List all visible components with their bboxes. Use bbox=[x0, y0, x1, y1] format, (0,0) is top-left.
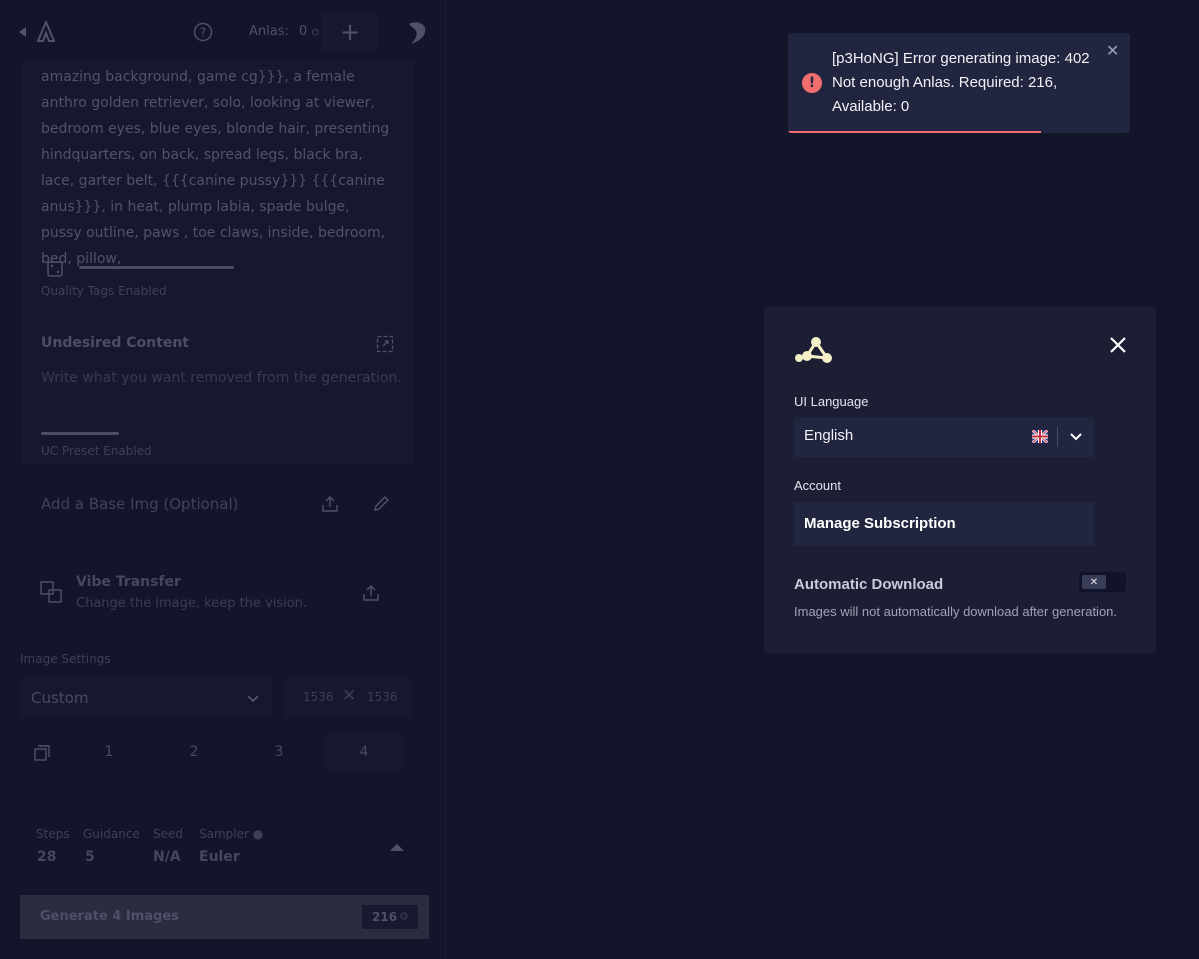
collapse-up-icon[interactable] bbox=[386, 836, 408, 858]
count-2-button[interactable]: 2 bbox=[155, 732, 233, 772]
count-3-button[interactable]: 3 bbox=[240, 732, 318, 772]
manage-subscription-label: Manage Subscription bbox=[804, 515, 956, 532]
sampler-label: Sampler ● bbox=[199, 827, 264, 841]
novelai-logo bbox=[794, 336, 834, 364]
collapse-arrow-icon[interactable] bbox=[16, 24, 30, 40]
svg-text:?: ? bbox=[200, 26, 206, 40]
prompt-strength-slider[interactable] bbox=[79, 266, 234, 269]
steps-value[interactable]: 28 bbox=[37, 849, 56, 865]
vibe-upload-icon[interactable] bbox=[361, 583, 381, 603]
sidebar-divider bbox=[445, 0, 446, 959]
auto-download-description: Images will not automatically download a… bbox=[794, 604, 1118, 619]
upload-icon[interactable] bbox=[320, 494, 340, 514]
undesired-title: Undesired Content bbox=[41, 335, 189, 351]
size-preset-select[interactable]: Custom bbox=[20, 678, 272, 718]
chevron-down-icon bbox=[247, 695, 259, 703]
undesired-input[interactable]: Write what you want removed from the gen… bbox=[41, 370, 402, 386]
guidance-value[interactable]: 5 bbox=[85, 849, 95, 865]
error-toast: ! [p3HoNG] Error generating image: 402 N… bbox=[788, 33, 1130, 133]
quality-tags-label: Quality Tags Enabled bbox=[41, 284, 167, 298]
auto-download-title: Automatic Download bbox=[794, 576, 944, 593]
count-4-button[interactable]: 4 bbox=[325, 732, 403, 772]
vibe-transfer-icon bbox=[39, 580, 63, 604]
anlas-icon: ⌬ bbox=[311, 28, 320, 38]
generate-cost-badge: 216 ⌬ bbox=[362, 905, 418, 929]
vibe-title: Vibe Transfer bbox=[76, 574, 181, 590]
select-separator bbox=[1057, 427, 1058, 447]
sampler-value[interactable]: Euler bbox=[199, 849, 240, 865]
height-input[interactable]: 1536 bbox=[367, 690, 398, 704]
exclamation-icon: ! bbox=[802, 73, 822, 93]
anlas-display: Anlas: 0 ⌬ bbox=[249, 24, 319, 39]
ui-language-label: UI Language bbox=[794, 394, 869, 409]
help-icon[interactable]: ? bbox=[192, 21, 214, 43]
image-count-icon bbox=[32, 741, 54, 763]
toast-message: [p3HoNG] Error generating image: 402 Not… bbox=[832, 50, 1090, 115]
novelai-logo-icon bbox=[34, 20, 58, 44]
vibe-desc: Change the image, keep the vision. bbox=[76, 596, 308, 611]
sidebar: ? Anlas: 0 ⌬ + amazing background, game … bbox=[0, 0, 446, 959]
uc-preset-label: UC Preset Enabled bbox=[41, 444, 152, 458]
guidance-label: Guidance bbox=[83, 827, 140, 841]
prompt-text[interactable]: amazing background, game cg}}}, a female… bbox=[41, 64, 391, 272]
dice-icon[interactable] bbox=[46, 260, 64, 278]
width-input[interactable]: 1536 bbox=[303, 690, 334, 704]
size-preset-value: Custom bbox=[31, 689, 89, 707]
manage-subscription-button[interactable]: Manage Subscription bbox=[794, 502, 1094, 546]
user-avatar-icon[interactable] bbox=[404, 20, 430, 46]
seed-label: Seed bbox=[153, 827, 183, 841]
seed-value[interactable]: N/A bbox=[153, 849, 181, 865]
times-icon: ✕ bbox=[342, 686, 357, 706]
pencil-icon[interactable] bbox=[371, 494, 391, 514]
auto-download-toggle[interactable]: ✕ bbox=[1079, 572, 1126, 592]
uc-strength-slider[interactable] bbox=[41, 432, 119, 435]
generate-label: Generate 4 Images bbox=[40, 909, 179, 924]
language-select[interactable]: English bbox=[794, 417, 1094, 457]
toast-progress-bar bbox=[788, 131, 1042, 133]
generate-button[interactable]: Generate 4 Images 216 ⌬ bbox=[20, 895, 429, 939]
close-modal-icon[interactable] bbox=[1108, 335, 1128, 355]
new-button[interactable]: + bbox=[322, 14, 378, 50]
chevron-down-icon[interactable] bbox=[1064, 425, 1088, 449]
base-img-label[interactable]: Add a Base Img (Optional) bbox=[41, 495, 239, 513]
language-value: English bbox=[804, 427, 854, 444]
expand-icon[interactable] bbox=[375, 334, 395, 354]
anlas-value: 0 bbox=[299, 24, 308, 39]
toggle-off-icon: ✕ bbox=[1082, 575, 1106, 589]
account-label: Account bbox=[794, 478, 841, 493]
image-settings-label: Image Settings bbox=[20, 652, 111, 666]
close-icon[interactable]: ✕ bbox=[1106, 41, 1122, 60]
anlas-small-icon: ⌬ bbox=[400, 912, 408, 922]
anlas-label: Anlas: bbox=[249, 24, 289, 39]
steps-label: Steps bbox=[36, 827, 70, 841]
generate-cost: 216 bbox=[372, 910, 398, 924]
uk-flag-icon bbox=[1032, 430, 1048, 443]
settings-modal: UI Language English Account Manage Subsc… bbox=[764, 307, 1156, 653]
dimensions-box: 1536 ✕ 1536 bbox=[285, 678, 413, 718]
count-1-button[interactable]: 1 bbox=[70, 732, 148, 772]
